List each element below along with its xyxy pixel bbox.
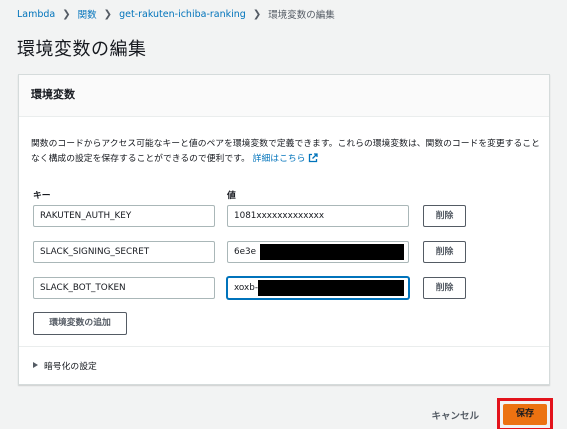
external-link-icon: [309, 153, 319, 163]
cancel-button[interactable]: キャンセル: [431, 408, 479, 422]
add-environment-variable-button[interactable]: 環境変数の追加: [33, 312, 127, 335]
learn-more-link[interactable]: 詳細はこちら: [252, 153, 319, 164]
form-actions: キャンセル 保存: [431, 398, 553, 429]
save-button-highlight: 保存: [497, 398, 553, 429]
redaction-block: [258, 280, 404, 296]
env-value-input[interactable]: xoxb-: [227, 277, 409, 299]
breadcrumb-separator-icon: ❯: [103, 8, 113, 20]
redaction-block: [260, 244, 404, 260]
env-value-text: 6e3e: [234, 247, 257, 257]
breadcrumb-function-name[interactable]: get-rakuten-ichiba-ranking: [119, 9, 246, 20]
panel-header: 環境変数: [19, 75, 549, 117]
env-key-input[interactable]: SLACK_BOT_TOKEN: [33, 277, 215, 299]
breadcrumb-functions[interactable]: 関数: [78, 7, 97, 21]
panel-description: 関数のコードからアクセス可能なキーと値のペアを環境変数で定義できます。これらの環…: [31, 137, 541, 167]
key-column-label: キー: [33, 191, 51, 201]
panel-title: 環境変数: [31, 88, 75, 101]
environment-variables-panel: 環境変数 関数のコードからアクセス可能なキーと値のペアを環境変数で定義できます。…: [18, 74, 550, 385]
breadcrumb-lambda[interactable]: Lambda: [17, 9, 55, 20]
encryption-settings-toggle[interactable]: 暗号化の設定: [19, 346, 549, 384]
breadcrumb: Lambda ❯ 関数 ❯ get-rakuten-ichiba-ranking…: [17, 7, 335, 22]
breadcrumb-separator-icon: ❯: [62, 8, 71, 20]
env-value-input[interactable]: 1081xxxxxxxxxxxxx: [227, 205, 409, 227]
delete-button[interactable]: 削除: [423, 277, 466, 299]
breadcrumb-current: 環境変数の編集: [268, 10, 335, 21]
delete-button[interactable]: 削除: [423, 241, 466, 263]
learn-more-label: 詳細はこちら: [252, 154, 306, 164]
caret-right-icon: [33, 362, 38, 368]
value-column-label: 値: [227, 191, 236, 201]
encryption-settings-label: 暗号化の設定: [44, 362, 97, 372]
breadcrumb-separator-icon: ❯: [252, 8, 262, 20]
env-key-input[interactable]: SLACK_SIGNING_SECRET: [33, 241, 215, 263]
env-key-input[interactable]: RAKUTEN_AUTH_KEY: [33, 205, 215, 227]
env-value-text: xoxb-: [234, 283, 259, 293]
delete-button[interactable]: 削除: [423, 205, 466, 227]
save-button[interactable]: 保存: [503, 404, 547, 425]
page-title: 環境変数の編集: [17, 39, 147, 60]
env-value-input[interactable]: 6e3e: [227, 241, 409, 263]
